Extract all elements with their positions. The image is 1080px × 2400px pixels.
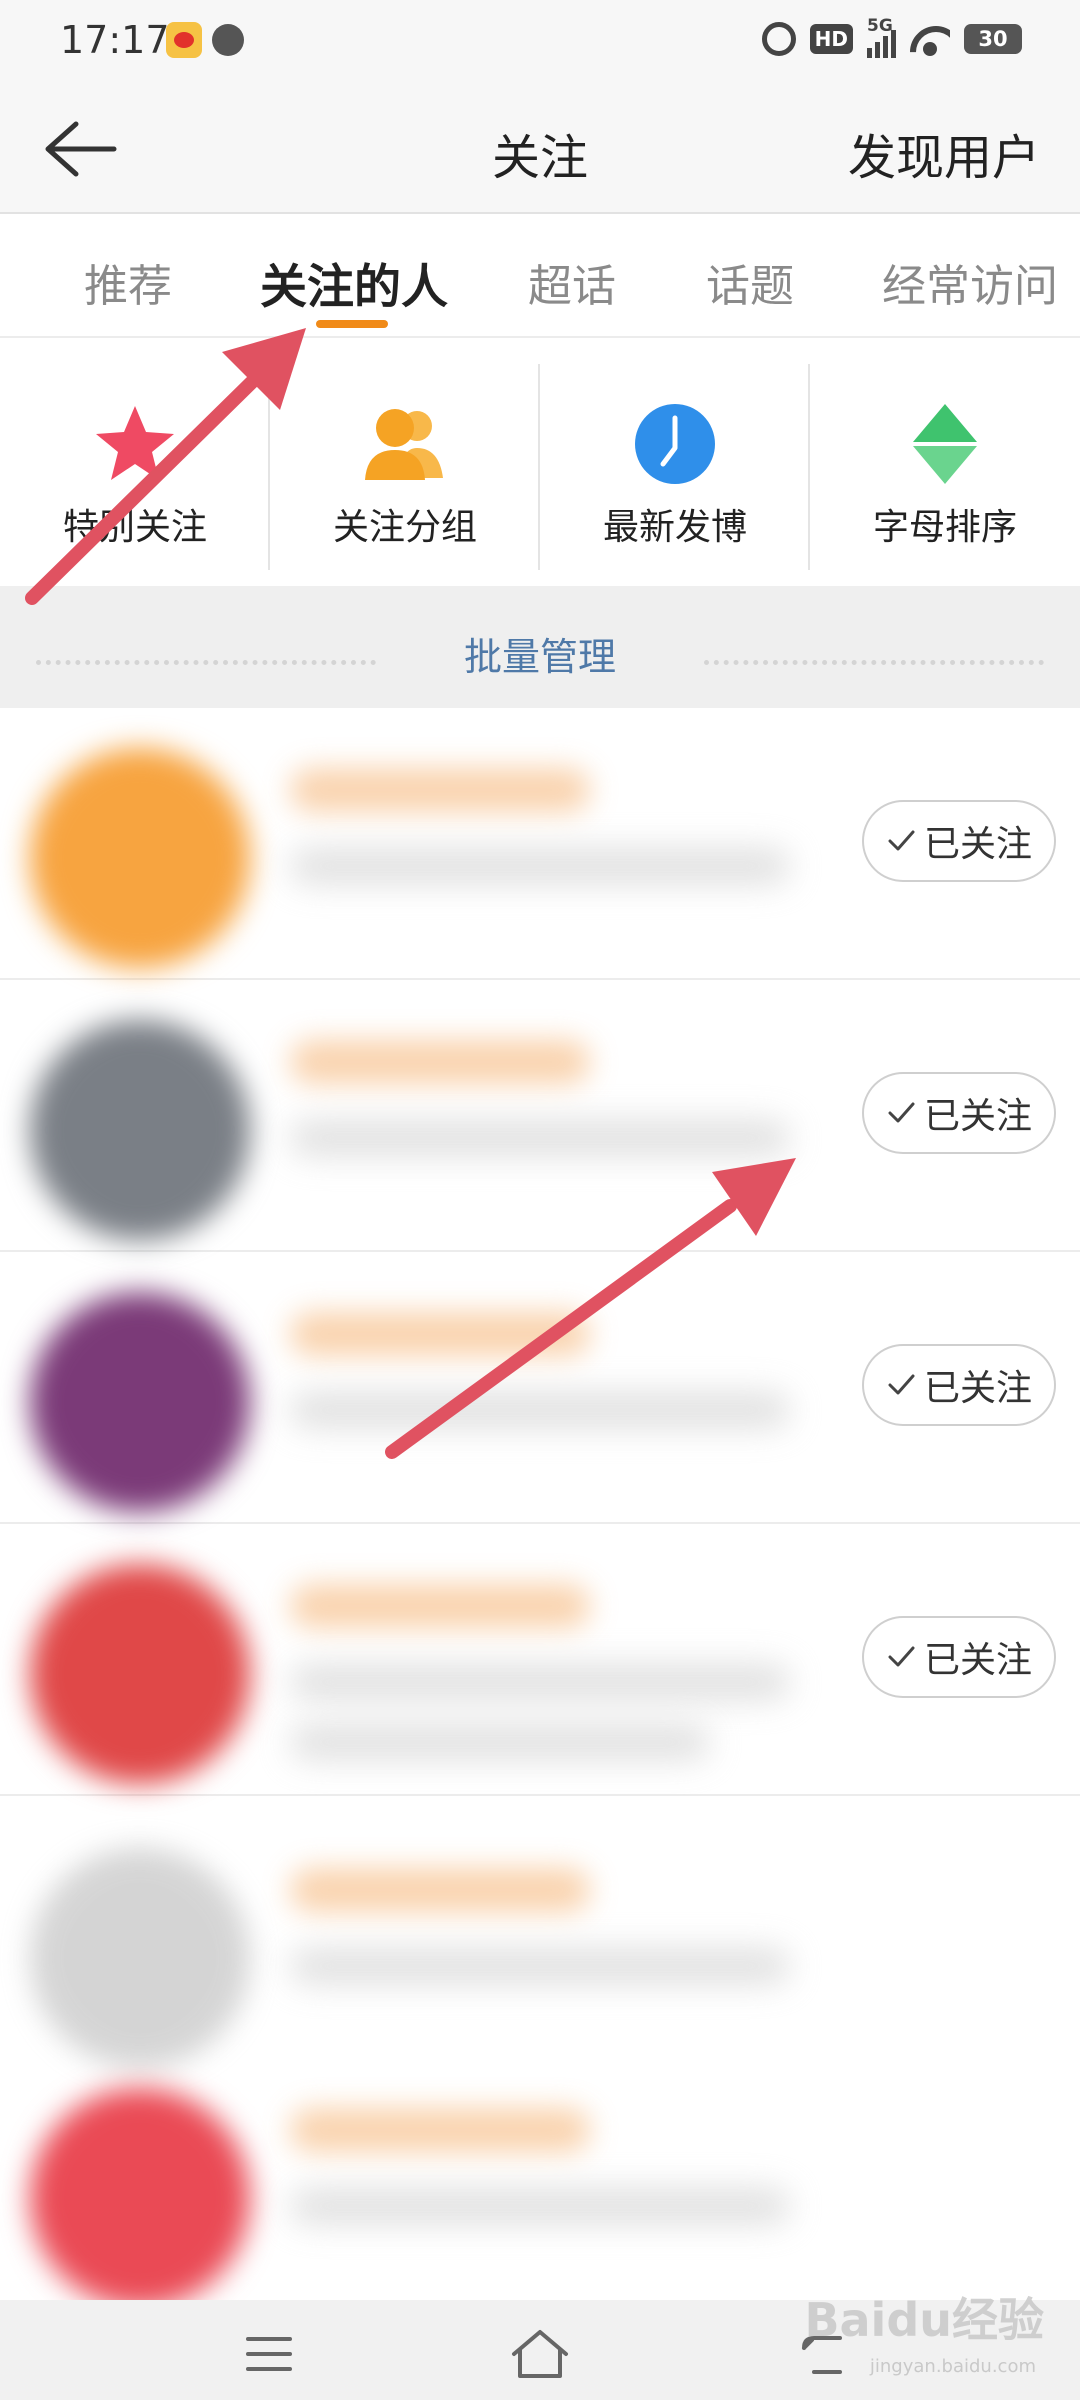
user-name-blurred (290, 768, 590, 812)
avatar (30, 2088, 250, 2300)
followed-label: 已关注 (923, 1368, 1032, 1409)
check-icon (888, 830, 915, 851)
hd-icon: HD (809, 24, 853, 54)
battery-icon: 30 (964, 24, 1022, 54)
special-follow-entry[interactable]: 特别关注 (0, 340, 270, 586)
user-name-blurred (290, 1040, 590, 1084)
latest-post-entry[interactable]: 最新发博 (540, 340, 810, 586)
home-icon[interactable] (510, 2328, 570, 2380)
user-row[interactable]: 已关注 (0, 708, 1080, 980)
followed-button[interactable]: 已关注 (862, 1344, 1056, 1426)
avatar[interactable] (30, 1292, 250, 1512)
status-time: 17:17 (60, 18, 170, 62)
tab-following[interactable]: 关注的人 (260, 248, 448, 317)
batch-manage-bar: 批量管理 (0, 586, 1080, 708)
tab-super-topic[interactable]: 超话 (528, 250, 616, 314)
user-name-blurred (290, 2108, 590, 2152)
tab-recommend[interactable]: 推荐 (84, 250, 172, 314)
blurred-user-row (0, 2048, 1080, 2300)
check-icon (888, 1102, 915, 1123)
user-desc-blurred (290, 2188, 790, 2224)
menu-icon[interactable] (246, 2334, 292, 2374)
followed-label: 已关注 (923, 1640, 1032, 1681)
avatar[interactable] (30, 1020, 250, 1240)
discover-users-button[interactable]: 发现用户 (848, 118, 1040, 188)
check-icon (888, 1646, 915, 1667)
followed-button[interactable]: 已关注 (862, 800, 1056, 882)
signal-icon: 5G (867, 16, 896, 58)
user-desc-blurred (290, 1120, 790, 1156)
avatar (30, 1848, 250, 2068)
tab-topics[interactable]: 话题 (706, 250, 794, 314)
followed-label: 已关注 (923, 824, 1032, 865)
user-desc-blurred (290, 1664, 790, 1700)
compass-notification-icon (212, 24, 244, 56)
followed-label: 已关注 (923, 1096, 1032, 1137)
group-icon (365, 409, 443, 480)
baidu-watermark: Baidu经验 (804, 2293, 1044, 2347)
user-row[interactable]: 已关注 (0, 1524, 1080, 1796)
sort-icon (913, 404, 977, 484)
quick-entry-label: 字母排序 (872, 507, 1017, 548)
tab-frequent[interactable]: 经常访问 (882, 250, 1058, 314)
status-bar: 17:17 HD 5G 30 (0, 0, 1080, 84)
network-type: 5G (867, 16, 893, 36)
batch-manage-button[interactable]: 批量管理 (0, 626, 1080, 681)
dotted-divider (704, 660, 1044, 665)
quick-entry-label: 关注分组 (332, 507, 477, 548)
quick-entries: 特别关注 关注分组 最新发博 字母排序 (0, 340, 1080, 586)
quick-entry-label: 最新发博 (602, 507, 747, 548)
user-desc-blurred (290, 1724, 710, 1760)
user-name-blurred (290, 1584, 590, 1628)
user-name-blurred (290, 1312, 590, 1356)
star-icon (96, 406, 174, 480)
weibo-notification-icon (166, 22, 202, 58)
status-icons: HD 5G 30 (761, 16, 1022, 58)
user-desc-blurred (290, 1948, 790, 1984)
user-desc-blurred (290, 1392, 790, 1428)
user-row[interactable]: 已关注 (0, 980, 1080, 1252)
baidu-watermark-url: jingyan.baidu.com (869, 2356, 1036, 2377)
alphabet-sort-entry[interactable]: 字母排序 (810, 340, 1080, 586)
user-desc-blurred (290, 848, 790, 884)
quick-entry-label: 特别关注 (62, 507, 207, 548)
follow-group-entry[interactable]: 关注分组 (270, 340, 540, 586)
nav-bar: 关注 发现用户 (0, 84, 1080, 214)
alarm-icon (761, 22, 796, 56)
user-name-blurred (290, 1868, 590, 1912)
active-tab-indicator (316, 320, 388, 328)
tab-bar: 推荐 关注的人 超话 话题 经常访问 (0, 216, 1080, 338)
followed-button[interactable]: 已关注 (862, 1616, 1056, 1698)
clock-icon (635, 404, 715, 484)
user-row[interactable]: 已关注 (0, 1252, 1080, 1524)
following-list: 已关注 已关注 已关注 已关注 (0, 708, 1080, 2300)
followed-button[interactable]: 已关注 (862, 1072, 1056, 1154)
blurred-user-row (0, 1808, 1080, 2088)
wifi-icon (910, 22, 950, 56)
avatar[interactable] (30, 748, 250, 968)
check-icon (888, 1374, 915, 1395)
avatar[interactable] (30, 1564, 250, 1784)
